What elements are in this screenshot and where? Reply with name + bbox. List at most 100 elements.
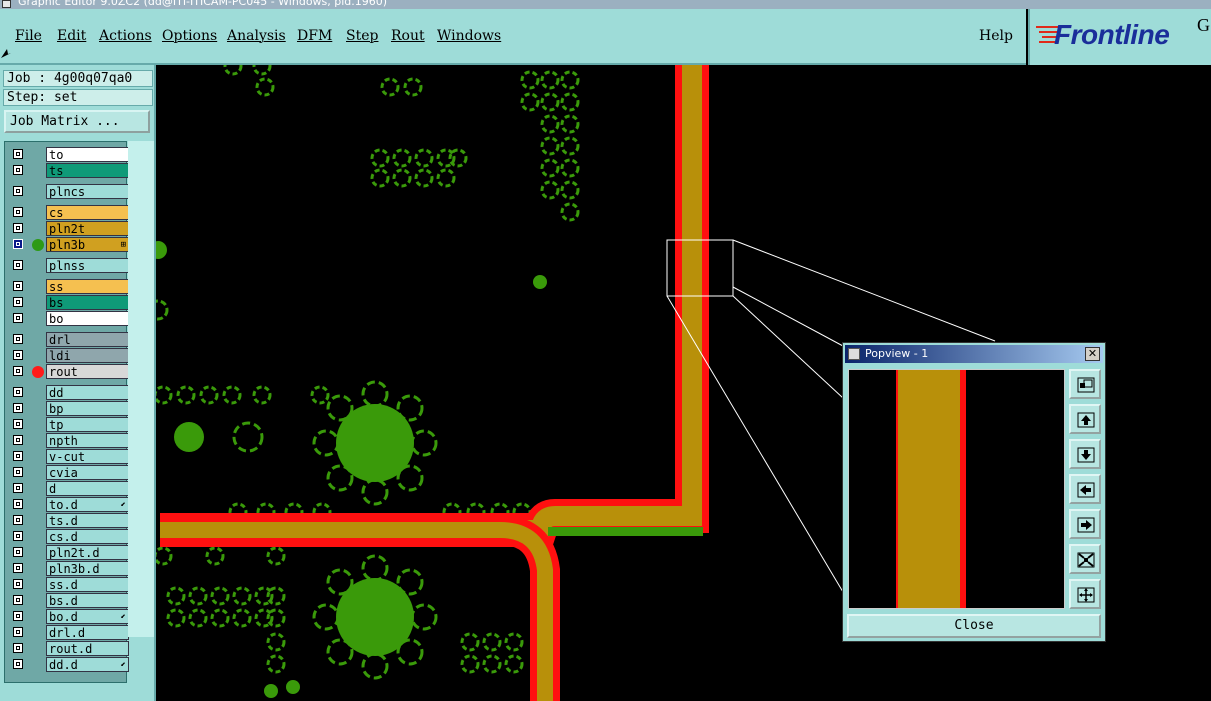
- layer-row-dd[interactable]: dd: [10, 385, 130, 400]
- layer-name[interactable]: bs.d: [46, 593, 129, 608]
- layer-checkbox[interactable]: [13, 313, 23, 323]
- layer-row-plncs[interactable]: plncs: [10, 184, 130, 199]
- layer-checkbox[interactable]: [13, 403, 23, 413]
- menu-actions[interactable]: Actions: [99, 28, 152, 44]
- menu-edit[interactable]: Edit: [57, 28, 86, 44]
- layer-checkbox[interactable]: [13, 186, 23, 196]
- layer-checkbox[interactable]: [13, 643, 23, 653]
- layer-name[interactable]: npth: [46, 433, 129, 448]
- layer-name[interactable]: rout: [46, 364, 129, 379]
- popview-pan-left-button[interactable]: [1069, 474, 1101, 504]
- layer-name[interactable]: v-cut: [46, 449, 129, 464]
- popview-zoom-fit-button[interactable]: [1069, 369, 1101, 399]
- menu-options[interactable]: Options: [162, 28, 217, 44]
- popview-zoom-out-button[interactable]: [1069, 579, 1101, 609]
- layer-row-npth[interactable]: npth: [10, 433, 130, 448]
- layer-list-scrollbar[interactable]: [128, 141, 154, 637]
- layer-name[interactable]: drl: [46, 332, 129, 347]
- layer-checkbox[interactable]: [13, 387, 23, 397]
- layer-row-to[interactable]: to: [10, 147, 130, 162]
- layer-checkbox[interactable]: [13, 627, 23, 637]
- layer-name[interactable]: cvia: [46, 465, 129, 480]
- layer-name[interactable]: ss: [46, 279, 129, 294]
- layer-row-v-cut[interactable]: v-cut: [10, 449, 130, 464]
- layer-row-drl[interactable]: drl: [10, 332, 130, 347]
- layer-checkbox[interactable]: [13, 595, 23, 605]
- layer-row-ts-d[interactable]: ts.d: [10, 513, 130, 528]
- layer-checkbox[interactable]: [13, 563, 23, 573]
- layer-name[interactable]: ldi: [46, 348, 129, 363]
- popview-pan-right-button[interactable]: [1069, 509, 1101, 539]
- layer-name[interactable]: tp: [46, 417, 129, 432]
- layer-name[interactable]: bp: [46, 401, 129, 416]
- layer-name[interactable]: to.d ⬋: [46, 497, 129, 512]
- menu-analysis[interactable]: Analysis: [227, 28, 286, 44]
- layer-checkbox[interactable]: [13, 611, 23, 621]
- layer-name[interactable]: pln2t: [46, 221, 129, 236]
- layer-name[interactable]: dd.d ⬋: [46, 657, 129, 672]
- layer-name[interactable]: cs: [46, 205, 129, 220]
- layer-checkbox[interactable]: [13, 579, 23, 589]
- popview-viewport[interactable]: [848, 369, 1065, 609]
- menu-rout[interactable]: Rout: [391, 28, 425, 44]
- layer-row-ss[interactable]: ss: [10, 279, 130, 294]
- layer-checkbox[interactable]: [13, 260, 23, 270]
- layer-row-dd-d[interactable]: dd.d ⬋: [10, 657, 130, 672]
- layer-checkbox[interactable]: [13, 419, 23, 429]
- layer-row-plnss[interactable]: plnss: [10, 258, 130, 273]
- layer-row-pln2t[interactable]: pln2t: [10, 221, 130, 236]
- popview-close-icon[interactable]: ✕: [1085, 347, 1100, 361]
- layer-name[interactable]: pln3b ⊞: [46, 237, 129, 252]
- layer-checkbox[interactable]: [13, 223, 23, 233]
- layer-checkbox[interactable]: [13, 165, 23, 175]
- layer-row-cs-d[interactable]: cs.d: [10, 529, 130, 544]
- menu-step[interactable]: Step: [346, 28, 378, 44]
- layer-name[interactable]: bo.d ⬋: [46, 609, 129, 624]
- layer-name[interactable]: to: [46, 147, 129, 162]
- layer-row-rout-d[interactable]: rout.d: [10, 641, 130, 656]
- layer-name[interactable]: ts: [46, 163, 129, 178]
- layer-row-bo-d[interactable]: bo.d ⬋: [10, 609, 130, 624]
- layer-name[interactable]: cs.d: [46, 529, 129, 544]
- popview-pan-up-button[interactable]: [1069, 404, 1101, 434]
- layer-checkbox[interactable]: [13, 149, 23, 159]
- layer-name[interactable]: plncs: [46, 184, 129, 199]
- layer-checkbox[interactable]: [13, 435, 23, 445]
- layer-row-d[interactable]: d: [10, 481, 130, 496]
- layer-row-drl-d[interactable]: drl.d: [10, 625, 130, 640]
- layer-name[interactable]: ss.d: [46, 577, 129, 592]
- menu-windows[interactable]: Windows: [437, 28, 501, 44]
- layer-checkbox[interactable]: [13, 483, 23, 493]
- layer-row-pln3b[interactable]: pln3b ⊞: [10, 237, 130, 252]
- layer-name[interactable]: d: [46, 481, 129, 496]
- layer-checkbox[interactable]: [13, 499, 23, 509]
- layer-checkbox[interactable]: [13, 207, 23, 217]
- layer-row-bs-d[interactable]: bs.d: [10, 593, 130, 608]
- layer-row-to-d[interactable]: to.d ⬋: [10, 497, 130, 512]
- layer-checkbox[interactable]: [13, 281, 23, 291]
- layer-name[interactable]: plnss: [46, 258, 129, 273]
- layer-name[interactable]: rout.d: [46, 641, 129, 656]
- layer-row-pln2t-d[interactable]: pln2t.d: [10, 545, 130, 560]
- layer-row-bs[interactable]: bs: [10, 295, 130, 310]
- layer-checkbox[interactable]: [13, 531, 23, 541]
- layer-row-bp[interactable]: bp: [10, 401, 130, 416]
- menu-dfm[interactable]: DFM: [297, 28, 332, 44]
- layer-row-ldi[interactable]: ldi: [10, 348, 130, 363]
- layer-row-bo[interactable]: bo: [10, 311, 130, 326]
- layer-checkbox[interactable]: [13, 547, 23, 557]
- job-matrix-button[interactable]: Job Matrix ...: [4, 110, 150, 133]
- layer-name[interactable]: drl.d: [46, 625, 129, 640]
- layer-name[interactable]: pln3b.d: [46, 561, 129, 576]
- layer-row-pln3b-d[interactable]: pln3b.d: [10, 561, 130, 576]
- layer-checkbox[interactable]: [13, 350, 23, 360]
- layer-row-rout[interactable]: rout: [10, 364, 130, 379]
- layer-row-cs[interactable]: cs: [10, 205, 130, 220]
- layer-checkbox[interactable]: [13, 451, 23, 461]
- layer-row-ts[interactable]: ts: [10, 163, 130, 178]
- layer-row-tp[interactable]: tp: [10, 417, 130, 432]
- layer-name[interactable]: pln2t.d: [46, 545, 129, 560]
- layer-checkbox[interactable]: [13, 239, 23, 249]
- menu-help[interactable]: Help: [979, 28, 1013, 44]
- layer-row-cvia[interactable]: cvia: [10, 465, 130, 480]
